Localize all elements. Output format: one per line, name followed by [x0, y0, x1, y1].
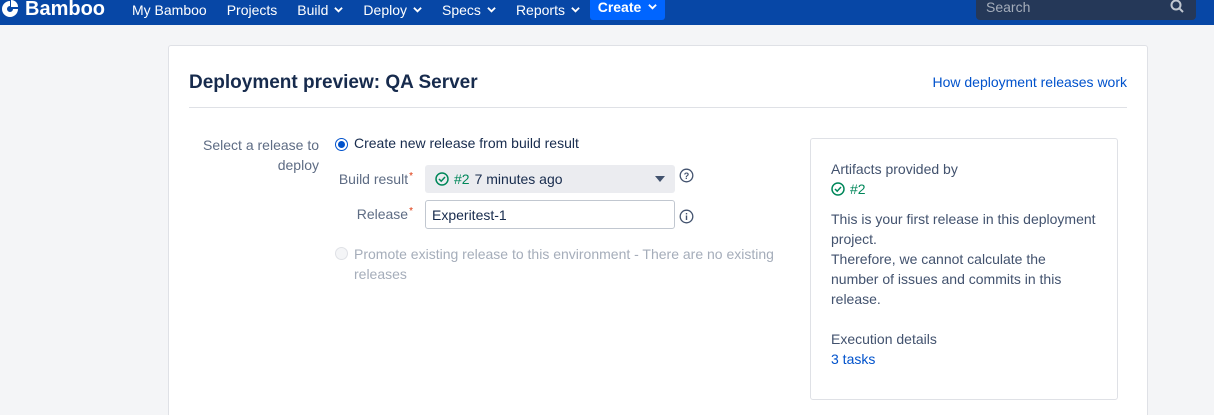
release-label: Release* [319, 206, 413, 222]
first-release-text: This is your first release in this deplo… [831, 211, 1096, 247]
info-icon[interactable] [679, 209, 694, 224]
deployment-preview-panel: Deployment preview: QA Server How deploy… [168, 45, 1148, 415]
create-button[interactable]: Create [590, 0, 665, 20]
tasks-link[interactable]: 3 tasks [831, 351, 875, 367]
artifact-build-link[interactable]: #2 [831, 179, 1097, 199]
dropdown-arrow-icon [655, 176, 665, 182]
build-result-number: #2 [454, 171, 470, 187]
build-result-select[interactable]: #2 7 minutes ago [425, 165, 675, 193]
nav-projects-label: Projects [226, 1, 278, 18]
cannot-calculate-text: Therefore, we cannot calculate the numbe… [831, 251, 1062, 307]
artifacts-provided-label: Artifacts provided by [831, 161, 958, 177]
radio-promote-existing-release[interactable] [335, 247, 348, 260]
build-result-label-text: Build result [338, 171, 409, 187]
nav-projects[interactable]: Projects [227, 2, 278, 18]
search-icon[interactable] [1170, 0, 1184, 13]
search-box [976, 0, 1196, 20]
nav-reports[interactable]: Reports [516, 2, 580, 18]
chevron-down-icon [648, 4, 658, 10]
chevron-down-icon [334, 7, 344, 13]
required-marker: * [409, 206, 413, 217]
build-result-time: 7 minutes ago [474, 171, 563, 187]
nav-build[interactable]: Build [297, 1, 344, 18]
nav-reports-label: Reports [515, 1, 565, 18]
bamboo-logo-text: Bamboo [25, 0, 105, 20]
nav-build-label: Build [297, 1, 329, 18]
required-marker: * [409, 171, 413, 182]
radio-create-new-release-label[interactable]: Create new release from build result [354, 135, 579, 151]
release-name-input[interactable] [425, 200, 675, 229]
release-info-box: Artifacts provided by #2 This is your fi… [810, 138, 1118, 400]
release-label-text: Release [356, 206, 409, 222]
help-question-icon[interactable]: ? [679, 168, 694, 183]
nav-my-bamboo-label: My Bamboo [132, 1, 207, 18]
nav-specs[interactable]: Specs [442, 2, 496, 18]
chevron-down-icon [413, 7, 422, 13]
top-nav-bar: Bamboo My Bamboo Projects Build Deploy S… [0, 0, 1214, 25]
success-check-icon [435, 172, 449, 186]
radio-promote-existing-release-label: Promote existing release to this environ… [354, 246, 774, 282]
page-title: Deployment preview: QA Server [189, 72, 478, 93]
nav-deploy[interactable]: Deploy [363, 2, 422, 18]
title-divider [189, 107, 1127, 108]
main-nav: My Bamboo Projects Build Deploy Specs Re… [132, 0, 600, 22]
execution-details-label: Execution details [831, 331, 937, 347]
chevron-down-icon [487, 7, 496, 13]
chevron-down-icon [571, 7, 580, 13]
select-release-label: Select a release to deploy [203, 137, 319, 173]
search-input[interactable] [986, 0, 1156, 15]
build-result-label: Build result* [319, 171, 413, 187]
bamboo-logo-icon [2, 0, 18, 17]
radio-create-new-release[interactable] [335, 138, 348, 151]
create-button-label: Create [597, 0, 642, 15]
nav-specs-label: Specs [442, 1, 481, 18]
how-releases-work-link[interactable]: How deployment releases work [932, 74, 1127, 90]
artifact-build-number: #2 [850, 181, 866, 197]
nav-my-bamboo[interactable]: My Bamboo [132, 2, 207, 18]
nav-deploy-label: Deploy [363, 1, 408, 18]
bamboo-logo[interactable]: Bamboo [0, 0, 105, 23]
success-check-icon [831, 182, 845, 196]
svg-text:?: ? [684, 171, 690, 181]
